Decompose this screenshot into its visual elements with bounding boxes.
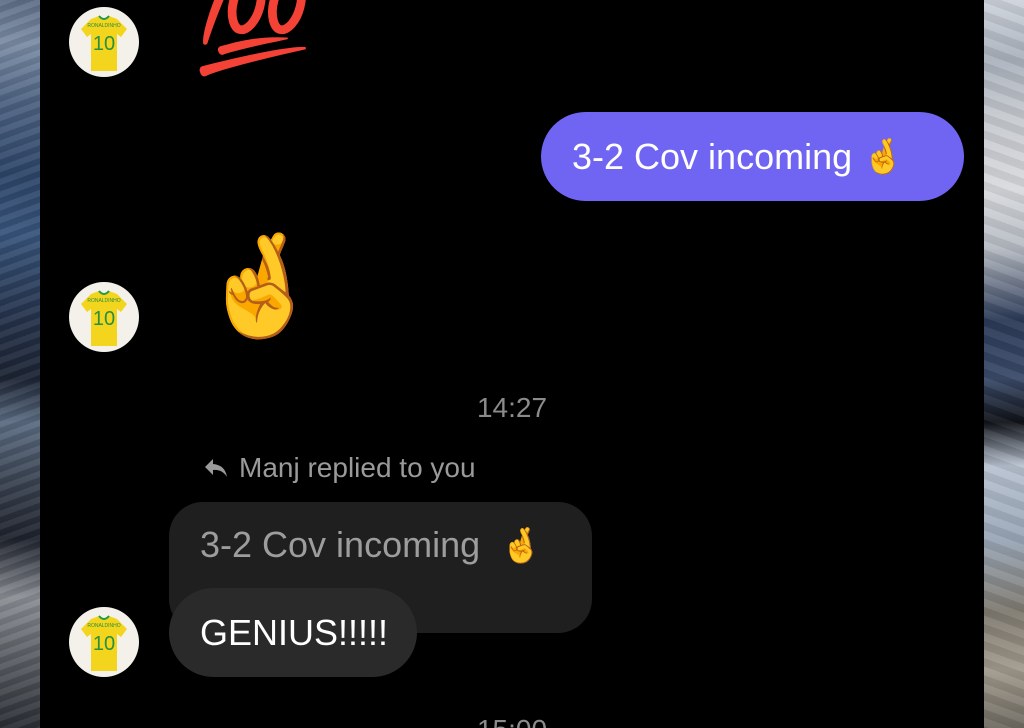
background-photo-right bbox=[984, 0, 1024, 728]
message-timestamp: 14:27 bbox=[476, 392, 548, 423]
jersey-number: 10 bbox=[93, 33, 115, 55]
contact-avatar[interactable]: RONALDINHO 10 bbox=[69, 282, 139, 352]
reply-arrow-icon bbox=[205, 459, 227, 477]
jersey-name: RONALDINHO bbox=[87, 623, 120, 629]
fingers-crossed-emoji[interactable]: 🤞 bbox=[198, 236, 323, 336]
reply-indicator: Manj replied to you bbox=[203, 452, 476, 484]
reply-indicator-text: Manj replied to you bbox=[239, 452, 476, 483]
jersey-number: 10 bbox=[93, 308, 115, 330]
message-timestamp: 15:00 bbox=[40, 714, 984, 728]
jersey-name: RONALDINHO bbox=[87, 298, 120, 304]
quoted-message-text: 3-2 Cov incoming bbox=[200, 524, 481, 565]
outgoing-message-bubble[interactable]: 3-2 Cov incoming 🤞 bbox=[541, 112, 964, 201]
contact-avatar[interactable]: RONALDINHO 10 bbox=[69, 7, 139, 77]
jersey-icon: RONALDINHO 10 bbox=[81, 615, 127, 671]
screen: RONALDINHO 10 💯 3-2 Cov incoming 🤞 RONAL… bbox=[0, 0, 1024, 728]
jersey-icon: RONALDINHO 10 bbox=[81, 15, 127, 71]
background-photo-left bbox=[0, 0, 40, 728]
chat-thread[interactable]: RONALDINHO 10 💯 3-2 Cov incoming 🤞 RONAL… bbox=[40, 0, 984, 728]
jersey-number: 10 bbox=[93, 633, 115, 655]
jersey-name: RONALDINHO bbox=[87, 23, 120, 29]
hundred-points-emoji: 💯 bbox=[193, 0, 313, 77]
incoming-message-bubble[interactable]: GENIUS!!!!! bbox=[169, 588, 417, 677]
fingers-crossed-icon: 🤞 bbox=[500, 527, 543, 565]
contact-avatar[interactable]: RONALDINHO 10 bbox=[69, 607, 139, 677]
fingers-crossed-icon: 🤞 bbox=[862, 137, 905, 176]
outgoing-message-text: 3-2 Cov incoming bbox=[572, 135, 853, 177]
jersey-icon: RONALDINHO 10 bbox=[81, 290, 127, 346]
incoming-message-text: GENIUS!!!!! bbox=[200, 611, 389, 653]
